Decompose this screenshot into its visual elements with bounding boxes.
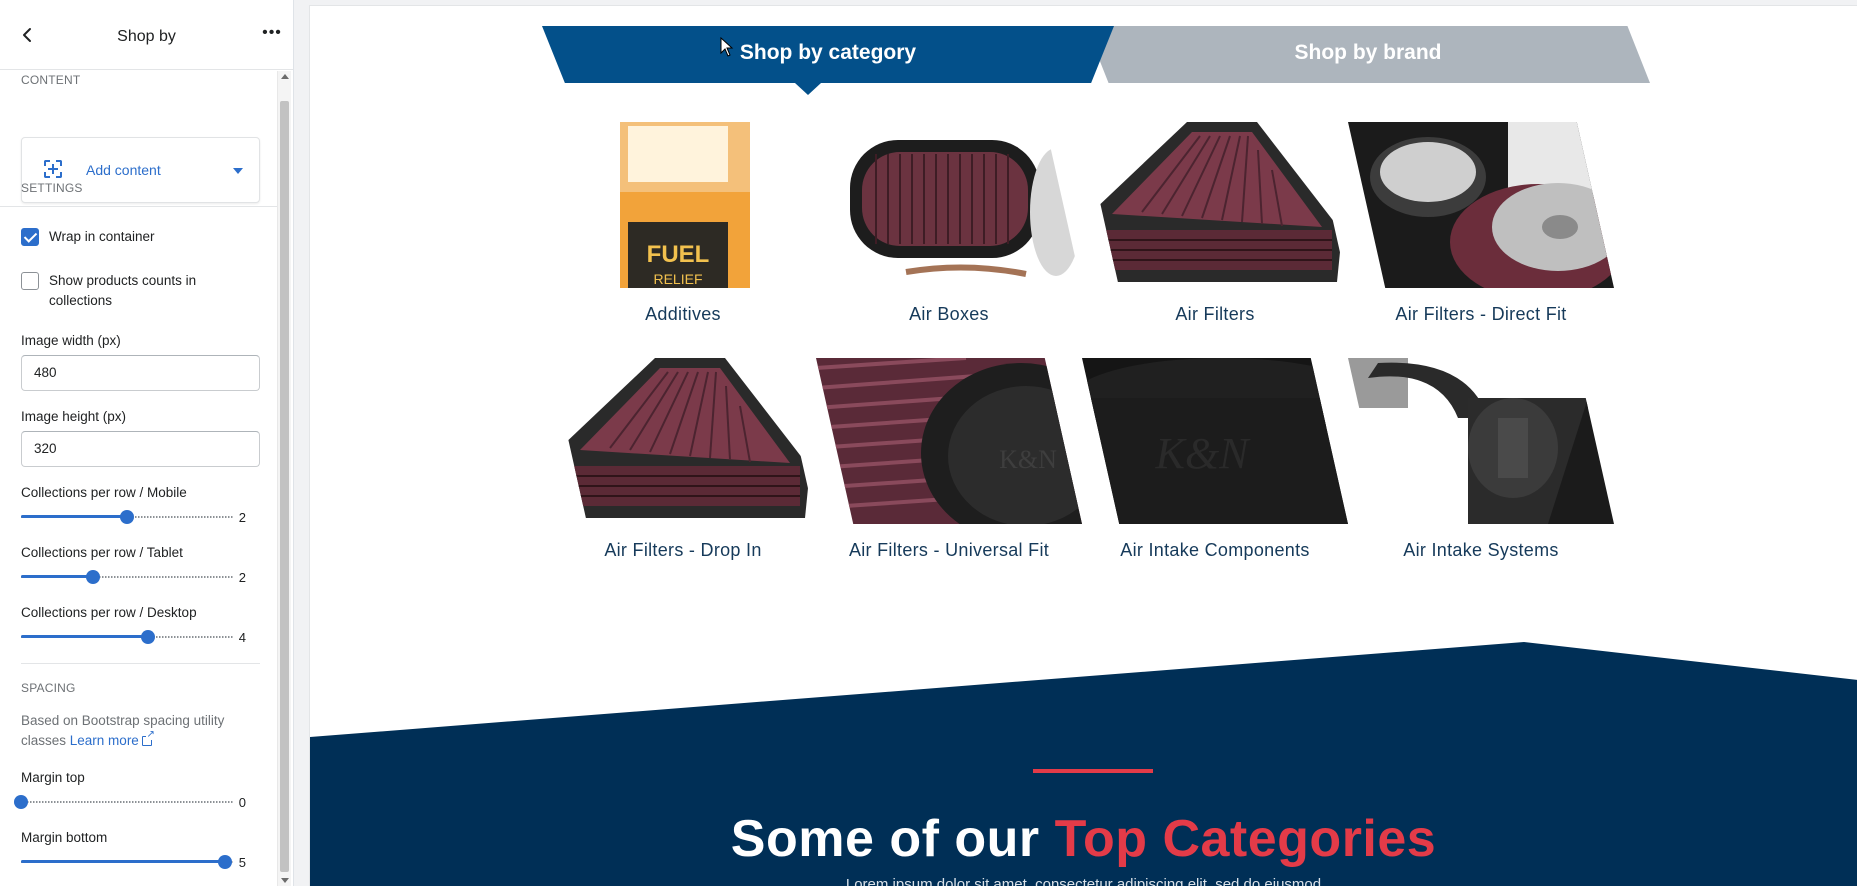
category-image-air-filters [1082,122,1348,288]
mobile-per-row-label: Collections per row / Mobile [21,485,187,500]
external-link-icon [141,730,155,746]
active-tab-indicator [795,83,821,95]
margin-bottom-slider[interactable] [21,855,233,869]
panel-scrollbar[interactable] [277,71,291,886]
chevron-down-icon [233,168,243,174]
slider-thumb[interactable] [14,795,28,809]
section-title-main: Some of our [730,810,1055,868]
svg-text:K&N: K&N [1155,429,1252,478]
settings-section-label: SETTINGS [21,181,83,195]
section-accent-line [1033,769,1153,773]
scroll-up-arrow-icon[interactable] [281,74,289,79]
mouse-cursor-icon [720,37,734,57]
tab-shop-by-category[interactable]: Shop by category [542,26,1114,95]
show-counts-label: Show products counts in collections [49,273,197,308]
category-image-air-filters-universal-fit: K&N [816,358,1082,524]
shop-by-tabs: Shop by brand Shop by category [542,26,1650,95]
image-width-label: Image width (px) [21,333,121,348]
category-image-additives: FUEL RELIEF [550,122,816,288]
margin-bottom-value: 5 [238,855,246,870]
wrap-in-container-row[interactable]: Wrap in container [21,228,239,247]
margin-top-value: 0 [238,795,246,810]
show-counts-checkbox[interactable] [21,272,39,290]
more-options-icon[interactable]: ••• [261,25,283,44]
panel-header: Shop by ••• [0,0,293,70]
tablet-per-row-value: 2 [238,570,246,585]
svg-text:K&N: K&N [999,445,1057,474]
scroll-down-arrow-icon[interactable] [281,878,289,883]
desktop-per-row-slider[interactable] [21,630,233,644]
panel-scroll-area: CONTENT Add content SETTINGS Wrap in con… [0,71,278,886]
learn-more-link[interactable]: Learn more [70,730,155,748]
slider-thumb[interactable] [120,510,134,524]
section-subtitle: Lorem ipsum dolor sit amet, consectetur … [845,876,1322,886]
section-title: Some of our Top Categories [310,809,1857,869]
category-image-air-filters-drop-in [550,358,816,524]
divider [0,206,278,207]
mobile-per-row-slider[interactable] [21,510,233,524]
slider-thumb[interactable] [86,570,101,584]
tab-shop-by-brand[interactable]: Shop by brand [1086,26,1650,83]
show-counts-row[interactable]: Show products counts in collections [21,272,239,311]
margin-top-label: Margin top [21,770,85,785]
spacing-help-text: Based on Bootstrap spacing utility class… [21,711,241,751]
wrap-in-container-label: Wrap in container [49,229,155,244]
image-height-input[interactable]: 320 [21,431,260,467]
add-content-label: Add content [86,162,161,178]
tablet-per-row-slider[interactable] [21,570,233,584]
tab-shop-by-brand-label: Shop by brand [1294,41,1442,64]
section-title-accent: Top Categories [1054,810,1437,868]
category-name: Air Filters - Direct Fit [1395,304,1567,324]
category-image-air-boxes [816,122,1082,288]
margin-top-slider[interactable] [14,795,233,809]
image-height-label: Image height (px) [21,409,127,424]
theme-preview: Shop by brand Shop by category FUEL RELI… [309,5,1857,886]
svg-text:FUEL: FUEL [647,241,710,268]
divider [21,663,260,664]
category-name: Air Intake Systems [1403,540,1559,560]
category-name: Air Filters - Universal Fit [848,540,1050,560]
desktop-per-row-value: 4 [238,630,246,645]
tablet-per-row-label: Collections per row / Tablet [21,545,183,560]
category-image-air-intake-components: K&N [1082,358,1348,524]
wrap-in-container-checkbox[interactable] [21,228,39,246]
spacing-section-label: SPACING [21,681,76,695]
category-image-air-intake-systems [1348,358,1614,524]
category-name: Air Intake Components [1120,540,1310,560]
content-section-label: CONTENT [21,73,81,87]
scrollbar-thumb[interactable] [280,101,289,872]
desktop-per-row-label: Collections per row / Desktop [21,605,197,620]
category-name: Air Filters [1175,304,1255,324]
category-name: Air Boxes [909,304,989,324]
category-name: Air Filters - Drop In [604,540,762,560]
svg-text:RELIEF: RELIEF [653,271,702,287]
category-name: Additives [645,304,721,324]
tab-shop-by-category-label: Shop by category [739,41,917,64]
add-block-icon [44,160,62,178]
mobile-per-row-value: 2 [238,510,246,525]
image-width-input[interactable]: 480 [21,355,260,391]
slider-thumb[interactable] [141,630,156,644]
category-image-air-filters-direct-fit [1348,122,1614,288]
settings-panel: Shop by ••• CONTENT Add content SETTINGS… [0,0,294,886]
panel-title: Shop by [117,28,176,45]
margin-bottom-label: Margin bottom [21,830,108,845]
